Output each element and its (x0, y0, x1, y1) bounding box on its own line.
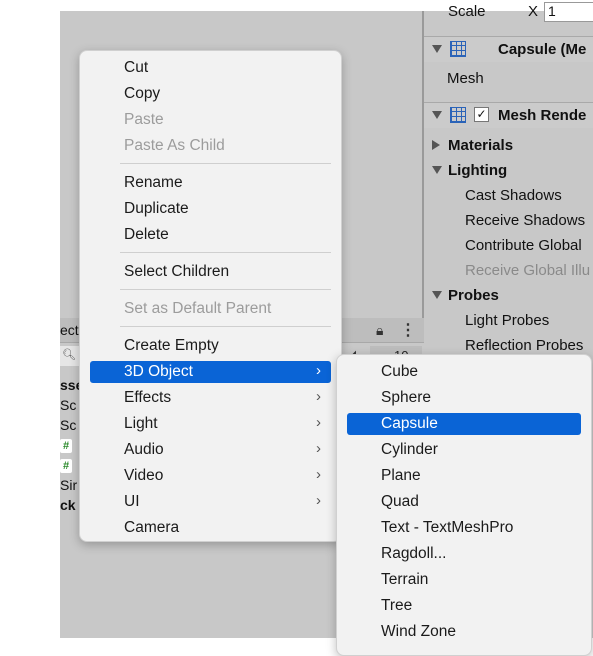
menu-item-paste: Paste (124, 111, 164, 128)
menu-item-video[interactable]: Video › (80, 465, 341, 487)
hierarchy-item[interactable]: Sir (60, 477, 77, 493)
scale-row: Scale X 1 (424, 0, 593, 25)
menu-item-sphere[interactable]: Sphere (337, 387, 591, 409)
receive-gi-row: Receive Global Illu (424, 258, 593, 283)
expand-triangle-icon[interactable] (432, 140, 440, 150)
hierarchy-item[interactable]: Sc (60, 397, 76, 413)
hierarchy-item[interactable]: Sc (60, 417, 76, 433)
collapse-triangle-icon[interactable] (432, 166, 442, 174)
menu-item-plane[interactable]: Plane (337, 465, 591, 487)
menu-separator (120, 326, 331, 327)
mesh-label: Mesh (447, 70, 484, 87)
script-icon: # (60, 459, 72, 473)
menu-item-duplicate[interactable]: Duplicate (80, 198, 341, 220)
menu-item-delete[interactable]: Delete (80, 224, 341, 246)
mesh-filter-header[interactable]: Capsule (Me (424, 36, 593, 62)
hierarchy-item[interactable]: ck (60, 497, 76, 513)
menu-item-wind-zone[interactable]: Wind Zone (337, 621, 591, 643)
more-options-icon[interactable]: ⋮ (400, 320, 416, 340)
receive-gi-label: Receive Global Illu (465, 262, 591, 279)
chevron-right-icon: › (316, 388, 321, 405)
menu-item-copy[interactable]: Copy (80, 83, 341, 105)
chevron-right-icon: › (316, 440, 321, 457)
menu-separator (120, 163, 331, 164)
chevron-right-icon: › (316, 466, 321, 483)
menu-item-capsule[interactable]: Capsule (347, 413, 581, 435)
scale-x-field[interactable]: 1 (544, 2, 593, 22)
menu-item-terrain[interactable]: Terrain (337, 569, 591, 591)
menu-item-camera[interactable]: Camera (80, 517, 341, 539)
menu-item-rename[interactable]: Rename (80, 172, 341, 194)
menu-item-cube[interactable]: Cube (337, 361, 591, 383)
probes-label: Probes (448, 287, 499, 304)
menu-separator (120, 289, 331, 290)
script-icon: # (60, 439, 72, 453)
menu-item-text-textmeshpro[interactable]: Text - TextMeshPro (337, 517, 591, 539)
materials-row[interactable]: Materials (424, 133, 593, 158)
probes-row[interactable]: Probes (424, 283, 593, 308)
mesh-renderer-icon (450, 107, 466, 123)
light-probes-label: Light Probes (465, 312, 550, 329)
chevron-right-icon: › (316, 362, 321, 379)
menu-item-paste-as-child: Paste As Child (124, 137, 225, 154)
materials-label: Materials (448, 137, 514, 154)
collapse-triangle-icon[interactable] (432, 45, 442, 53)
menu-item-3d-object[interactable]: 3D Object › (90, 361, 331, 383)
collapse-triangle-icon[interactable] (432, 111, 442, 119)
cast-shadows-label: Cast Shadows (465, 187, 562, 204)
scale-x-label: X (528, 3, 539, 20)
mesh-filter-icon (450, 41, 466, 57)
mesh-row: Mesh (424, 66, 593, 91)
mesh-renderer-header[interactable]: ✓ Mesh Rende (424, 102, 593, 128)
lighting-row[interactable]: Lighting (424, 158, 593, 183)
menu-item-set-default-parent: Set as Default Parent (124, 300, 272, 317)
mesh-renderer-title: Mesh Rende (498, 107, 587, 124)
collapse-triangle-icon[interactable] (432, 291, 442, 299)
menu-item-create-empty[interactable]: Create Empty (80, 335, 341, 357)
menu-item-tree[interactable]: Tree (337, 595, 591, 617)
chevron-right-icon: › (316, 414, 321, 431)
menu-item-audio[interactable]: Audio › (80, 439, 341, 461)
menu-item-cut[interactable]: Cut (80, 57, 341, 79)
menu-item-ui[interactable]: UI › (80, 491, 341, 513)
menu-separator (120, 252, 331, 253)
menu-item-ragdoll[interactable]: Ragdoll... (337, 543, 591, 565)
mesh-filter-title: Capsule (Me (498, 41, 587, 58)
menu-item-quad[interactable]: Quad (337, 491, 591, 513)
receive-shadows-row: Receive Shadows (424, 208, 593, 233)
submenu-3d-object: Cube Sphere Capsule Cylinder Plane Quad … (336, 354, 592, 656)
context-menu: Cut Copy Paste Paste As Child Rename Dup… (79, 50, 342, 542)
lock-icon[interactable]: 🔒︎ (376, 322, 383, 339)
chevron-right-icon: › (316, 492, 321, 509)
menu-item-cylinder[interactable]: Cylinder (337, 439, 591, 461)
cast-shadows-row: Cast Shadows (424, 183, 593, 208)
contribute-gi-row: Contribute Global (424, 233, 593, 258)
menu-item-light[interactable]: Light › (80, 413, 341, 435)
hierarchy-title: ect (60, 322, 79, 338)
scale-label: Scale (448, 3, 486, 20)
contribute-gi-label: Contribute Global (465, 237, 582, 254)
menu-item-effects[interactable]: Effects › (80, 387, 341, 409)
enable-checkbox[interactable]: ✓ (474, 107, 489, 122)
lighting-label: Lighting (448, 162, 508, 179)
light-probes-row: Light Probes (424, 308, 593, 333)
search-icon: 🔍︎ (62, 349, 76, 361)
menu-item-select-children[interactable]: Select Children (80, 261, 341, 283)
receive-shadows-label: Receive Shadows (465, 212, 586, 229)
reflection-probes-label: Reflection Probes (465, 337, 584, 354)
